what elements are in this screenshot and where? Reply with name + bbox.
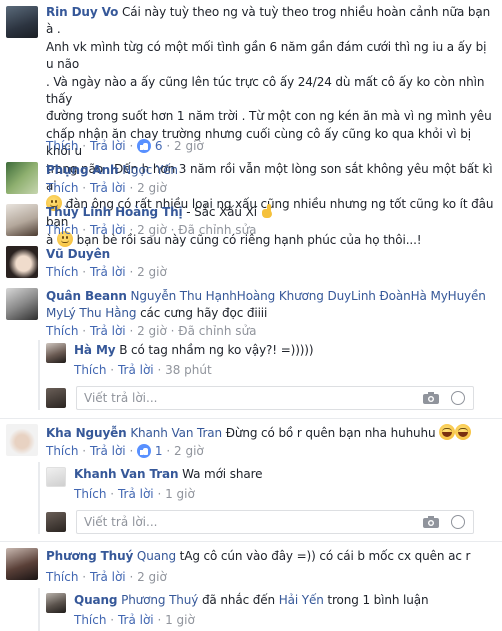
timestamp[interactable]: 38 phút [165,363,212,377]
reply-link[interactable]: Trả lời [118,363,154,377]
reply-link[interactable]: Trả lời [90,324,126,338]
ok-hand-emoji-icon [261,204,273,218]
divider [0,541,502,542]
author-name[interactable]: Kha Nguyễn [46,426,127,440]
reply-link[interactable]: Trả lời [118,487,154,501]
avatar[interactable] [6,162,38,194]
author-name[interactable]: Khanh Van Tran [74,467,179,481]
reply-link[interactable]: Trả lời [90,181,126,195]
like-link[interactable]: Thích [74,487,106,501]
tagged-user[interactable]: Ngọc Yến [122,163,178,177]
like-link[interactable]: Thích [74,613,106,627]
avatar[interactable] [6,424,38,456]
like-link[interactable]: Thích [46,444,78,458]
laughing-emoji-icon [455,424,472,440]
reply-thread-line [38,588,40,631]
timestamp[interactable]: 2 giờ [137,181,167,195]
comment-text: B có tag nhầm ng ko vậy?! =))))) [119,343,314,357]
like-link[interactable]: Thích [46,265,78,279]
tagged-user[interactable]: Hải Yến [279,593,324,607]
timestamp[interactable]: 2 giờ [174,139,204,153]
camera-icon[interactable] [423,392,439,404]
avatar [46,388,66,408]
reply-link[interactable]: Trả lời [90,223,126,237]
camera-icon[interactable] [423,516,439,528]
tagged-user[interactable]: Hoàng Khương Duy [237,289,351,303]
reply-placeholder: Viết trả lời... [84,391,158,405]
comment-text: . Và ngày nào a ấy cũng lên túc trực cô … [46,74,485,107]
timestamp[interactable]: 2 giờ [137,265,167,279]
timestamp[interactable]: 2 giờ [174,444,204,458]
tagged-user[interactable]: Hà My [411,289,448,303]
divider [0,418,502,419]
timestamp[interactable]: 2 giờ [137,570,167,584]
comment-text: Đừng có bồ r quên bạn nha huhuhu [225,426,436,440]
tagged-user[interactable]: Nguyễn Thu Hạnh [131,289,237,303]
like-link[interactable]: Thích [46,181,78,195]
tagged-user[interactable]: Lý Thu Hằng [63,306,136,320]
reply-placeholder: Viết trả lời... [84,515,158,529]
tagged-user[interactable]: Quang [137,549,176,563]
comment-text: đã nhắc đến [201,593,275,607]
like-link[interactable]: Thích [46,223,78,237]
laughing-emoji-icon [439,424,456,440]
comment-text: Anh vk mình từg có một mối tình gần 6 nă… [46,39,487,72]
reply-link[interactable]: Trả lời [118,613,154,627]
avatar[interactable] [46,593,66,613]
edited-label[interactable]: Đã chỉnh sửa [178,324,256,338]
edited-label[interactable]: Đã chỉnh sửa [178,223,256,237]
like-link[interactable]: Thích [46,139,78,153]
tagged-user[interactable]: My [46,306,63,320]
avatar[interactable] [6,204,38,236]
tagged-user[interactable]: Phương Thuý [121,593,198,607]
avatar[interactable] [46,467,66,487]
like-link[interactable]: Thích [46,570,78,584]
author-name[interactable]: Quang [74,593,117,607]
like-count-icon [137,139,152,153]
reply-thread-line [38,462,40,534]
avatar[interactable] [6,288,38,320]
reply-input[interactable]: Viết trả lời... [76,386,474,410]
emoji-icon[interactable] [451,391,465,405]
comment-text: trong 1 bình luận [327,593,429,607]
author-name[interactable]: Quân Beann [46,289,127,303]
emoji-icon[interactable] [451,515,465,529]
reply-link[interactable]: Trả lời [90,265,126,279]
timestamp[interactable]: 2 giờ [137,324,167,338]
timestamp[interactable]: 1 giờ [165,613,195,627]
comment-text: tAg cô cún vào đây =)) có cái b mốc cx q… [179,549,471,563]
author-name[interactable]: Thùy Linh Hoàng Thị [46,205,183,219]
comment-text: đường trong suốt hơn 1 năm trời . Từ một… [46,109,492,124]
like-count-icon [137,444,152,458]
reply-link[interactable]: Trả lời [90,444,126,458]
author-name[interactable]: Rin Duy Vo [46,5,118,19]
reply-thread-line [38,340,40,410]
avatar [46,512,66,532]
reply-link[interactable]: Trả lời [90,139,126,153]
comment-text: các cưng hãy đọc điiii [140,306,268,321]
reply-input[interactable]: Viết trả lời... [76,510,474,534]
avatar[interactable] [6,6,38,38]
like-link[interactable]: Thích [46,324,78,338]
timestamp[interactable]: 2 giờ [137,223,167,237]
author-name[interactable]: Phụng Anh [46,163,119,177]
like-count[interactable]: 1 [155,444,163,458]
author-name[interactable]: Vũ Duyên [46,247,110,261]
tagged-user[interactable]: Khanh Van Tran [130,426,222,440]
like-count[interactable]: 6 [155,139,163,153]
comment-text: Wa mới share [182,467,263,481]
tagged-user[interactable]: Huyền [448,289,486,303]
avatar[interactable] [6,548,38,580]
author-name[interactable]: Hà My [74,343,116,357]
avatar[interactable] [6,246,38,278]
reply-link[interactable]: Trả lời [90,570,126,584]
author-name[interactable]: Phương Thuý [46,549,133,563]
tagged-user[interactable]: Linh Đoàn [351,289,411,303]
avatar[interactable] [46,343,66,363]
like-link[interactable]: Thích [74,363,106,377]
comment-text: - Sắc Xấu Xí [186,205,257,219]
timestamp[interactable]: 1 giờ [165,487,195,501]
